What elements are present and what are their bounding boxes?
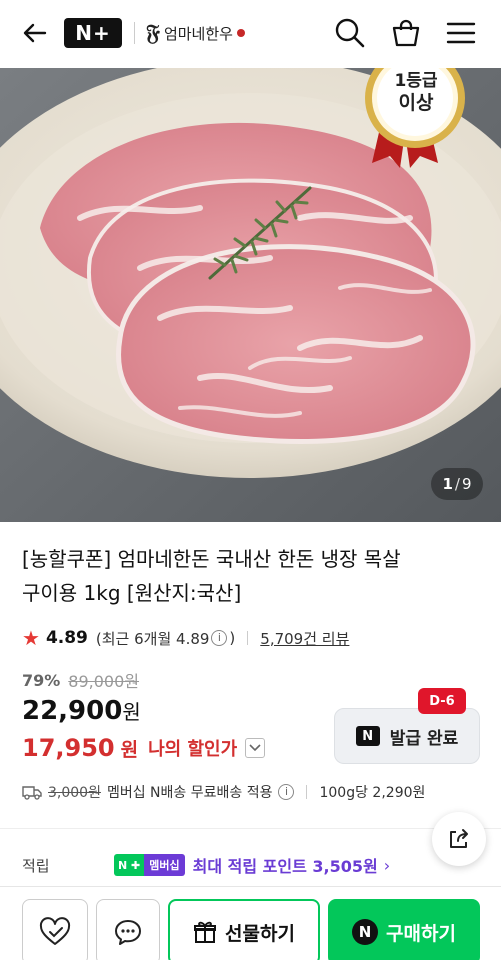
store-logo[interactable]: 𝔉 엄마네한우 [146, 16, 245, 50]
share-icon [450, 829, 468, 848]
my-price-value: 17,950 [22, 734, 115, 762]
buy-button[interactable]: N 구매하기 [328, 899, 480, 960]
shipping-fee-original: 3,000원 [48, 785, 101, 801]
grade-badge-top: 1등급 [394, 71, 438, 91]
membership-badge: N ✚ 멤버십 [114, 854, 185, 876]
rating-row: ★ 4.89 (최근 6개월 4.89 i ) 5,709건 리뷰 [22, 626, 349, 650]
section-divider [0, 828, 501, 829]
bottom-action-bar: 선물하기 N 구매하기 [0, 886, 501, 960]
points-row[interactable]: 적립 N ✚ 멤버십 최대 적립 포인트 3,505원 › [22, 852, 482, 878]
my-discount-price[interactable]: 17,950 원 나의 할인가 [22, 734, 266, 762]
chevron-right-icon: › [383, 855, 391, 875]
back-arrow-icon[interactable] [20, 18, 50, 48]
coupon-dday-badge: D-6 [418, 688, 466, 714]
coupon-button-label: 발급 완료 [389, 728, 459, 749]
image-counter-sep: / [454, 475, 460, 493]
shipping-info-icon[interactable]: i [278, 784, 295, 800]
shopping-bag-icon[interactable] [389, 16, 423, 50]
grade-badge-text: 1등급 이상 [380, 70, 452, 114]
my-price-unit: 원 [120, 738, 139, 761]
info-icon[interactable]: i [211, 630, 228, 646]
sale-price-value: 22,900 [22, 696, 123, 726]
product-image-carousel[interactable]: 1등급 이상 1 / 9 [0, 68, 501, 522]
product-photo [0, 68, 501, 522]
gift-icon [194, 921, 217, 943]
top-header: N+ 𝔉 엄마네한우 [0, 0, 501, 68]
image-counter-current: 1 [442, 475, 453, 493]
my-price-label: 나의 할인가 [148, 739, 238, 760]
naver-n-icon: N [355, 726, 380, 746]
truck-icon [22, 784, 42, 800]
membership-badge-label: 멤버십 [144, 854, 185, 876]
wishlist-button[interactable] [22, 899, 88, 960]
points-label: 적립 [22, 856, 50, 875]
sale-price: 22,900원 [22, 696, 141, 726]
review-count-link[interactable]: 5,709건 리뷰 [260, 628, 349, 649]
coupon-issued-button[interactable]: N 발급 완료 [334, 708, 480, 764]
store-logo-text: 엄마네한우 [163, 24, 233, 43]
store-logo-dot [236, 29, 245, 37]
rating-divider [247, 631, 249, 645]
product-title-line1: [농할쿠폰] 엄마네한돈 국내산 한돈 냉장 목살 [22, 547, 401, 571]
gift-button-label: 선물하기 [225, 922, 295, 945]
heart-icon [39, 917, 71, 945]
discount-percent: 79% [22, 670, 61, 690]
product-title: [농할쿠폰] 엄마네한돈 국내산 한돈 냉장 목살 구이용 1kg [원산지:국… [22, 542, 482, 610]
original-price: 89,000원 [68, 672, 140, 691]
unit-price: 100g당 2,290원 [319, 785, 426, 801]
naver-pay-icon: N [352, 919, 379, 945]
discount-row: 79% 89,000원 [22, 668, 139, 692]
chevron-down-icon[interactable] [245, 738, 266, 758]
membership-badge-n: N ✚ [114, 854, 145, 876]
store-logo-mark: 𝔉 [146, 20, 160, 46]
hamburger-menu-icon[interactable] [444, 16, 478, 50]
star-icon: ★ [22, 626, 40, 650]
max-points-text: 최대 적립 포인트 3,505원 [192, 857, 378, 876]
grade-badge-bottom: 이상 [398, 92, 434, 114]
header-divider [134, 22, 135, 44]
talk-chat-button[interactable] [96, 899, 160, 960]
naver-plus-store-logo[interactable]: N+ [64, 18, 122, 48]
chat-bubble-icon [115, 920, 141, 945]
image-counter-total: 9 [461, 475, 472, 493]
gift-button[interactable]: 선물하기 [168, 899, 320, 960]
search-icon[interactable] [333, 16, 367, 50]
rating-recent: (최근 6개월 4.89 [95, 629, 210, 648]
sale-price-unit: 원 [122, 700, 141, 724]
shipping-row: 3,000원 멤버십 N배송 무료배송 적용 i 100g당 2,290원 [22, 780, 425, 804]
rating-recent-close: ) [229, 629, 236, 647]
image-counter: 1 / 9 [431, 468, 483, 500]
shipping-fee-text: 멤버십 N배송 무료배송 적용 [106, 785, 273, 801]
buy-button-label: 구매하기 [386, 922, 456, 945]
rating-score: 4.89 [45, 628, 88, 648]
product-title-line2: 구이용 1kg [원산지:국산] [22, 581, 242, 605]
shipping-divider [306, 785, 308, 799]
